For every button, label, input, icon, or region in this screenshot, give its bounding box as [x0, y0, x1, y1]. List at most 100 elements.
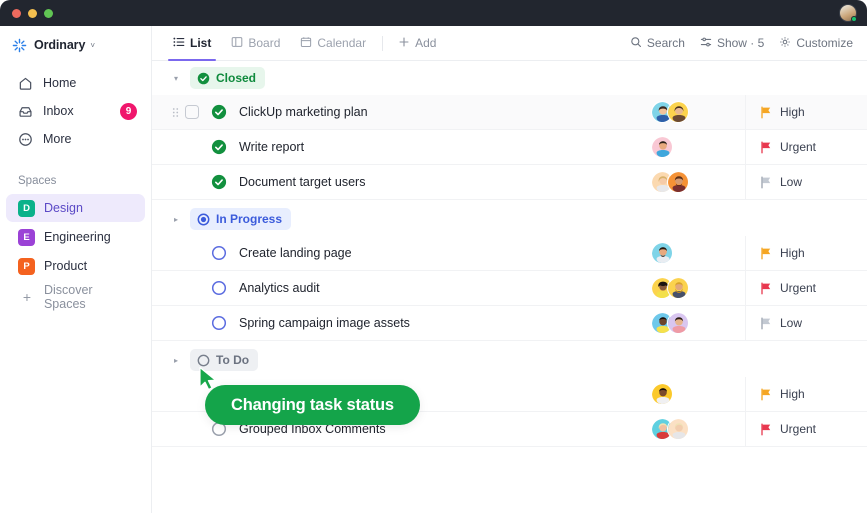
show-filter-button[interactable]: Show · 5 — [700, 36, 764, 51]
task-name: Spring campaign image assets — [239, 316, 410, 330]
close-window-button[interactable] — [12, 8, 21, 18]
assignee-avatars[interactable] — [637, 277, 745, 299]
app-window: Ordinary ˅ Home Inbox 9 More Spaces D De… — [0, 0, 867, 513]
avatar[interactable] — [651, 383, 673, 405]
collapse-caret-icon[interactable]: ▸ — [170, 215, 182, 224]
avatar[interactable] — [667, 312, 689, 334]
sidebar-item-engineering[interactable]: E Engineering — [6, 223, 145, 251]
status-badge[interactable]: Closed — [190, 67, 266, 89]
status-label: To Do — [216, 353, 250, 367]
calendar-icon — [300, 36, 312, 51]
priority-label: High — [780, 387, 805, 401]
assignee-avatars[interactable] — [637, 101, 745, 123]
list-icon — [173, 36, 185, 51]
space-initial-badge: D — [18, 199, 35, 217]
priority-label: Urgent — [780, 140, 817, 154]
discover-spaces-label: Discover Spaces — [43, 283, 93, 311]
priority-cell[interactable]: High — [745, 235, 853, 271]
tab-calendar[interactable]: Calendar — [291, 26, 375, 60]
minimize-window-button[interactable] — [28, 8, 37, 18]
sidebar-item-label: Inbox — [43, 104, 74, 118]
priority-label: High — [780, 246, 805, 260]
row-meta: High — [637, 94, 853, 130]
priority-cell[interactable]: High — [745, 376, 853, 412]
status-badge[interactable]: In Progress — [190, 208, 292, 230]
maximize-window-button[interactable] — [44, 8, 53, 18]
table-row[interactable]: Spring campaign image assets Low — [152, 305, 867, 341]
avatar[interactable] — [667, 277, 689, 299]
flag-icon — [760, 282, 772, 295]
priority-label: Urgent — [780, 281, 817, 295]
table-row[interactable]: Analytics audit Urgent — [152, 270, 867, 306]
sparkle-icon — [12, 38, 27, 53]
sidebar-item-home[interactable]: Home — [6, 69, 145, 97]
flag-icon — [760, 423, 772, 436]
task-name: Document target users — [239, 175, 366, 189]
avatar[interactable] — [651, 242, 673, 264]
task-status-icon[interactable] — [211, 174, 227, 190]
priority-cell[interactable]: High — [745, 94, 853, 130]
sidebar-item-design[interactable]: D Design — [6, 194, 145, 222]
assignee-avatars[interactable] — [637, 171, 745, 193]
assignee-avatars[interactable] — [637, 383, 745, 405]
assignee-avatars[interactable] — [637, 312, 745, 334]
inbox-icon — [18, 104, 33, 119]
avatar[interactable] — [667, 418, 689, 440]
task-name: ClickUp marketing plan — [239, 105, 368, 119]
collapse-caret-icon[interactable]: ▾ — [170, 74, 182, 83]
gear-icon — [779, 36, 791, 51]
task-status-icon[interactable] — [211, 280, 227, 296]
task-status-icon[interactable] — [211, 315, 227, 331]
tab-label: Calendar — [317, 36, 367, 50]
plus-icon — [398, 36, 410, 51]
priority-cell[interactable]: Urgent — [745, 129, 853, 165]
tab-board[interactable]: Board — [222, 26, 289, 60]
sidebar-item-more[interactable]: More — [6, 125, 145, 153]
flag-icon — [760, 317, 772, 330]
customize-button[interactable]: Customize — [779, 36, 853, 51]
discover-spaces-button[interactable]: + Discover Spaces — [6, 283, 145, 311]
toolbar-actions: Search Show · 5 Customize — [630, 36, 853, 51]
row-meta: Urgent — [637, 129, 853, 165]
space-label: Engineering — [44, 230, 111, 244]
row-select-checkbox[interactable] — [185, 105, 199, 119]
filter-icon — [700, 36, 712, 51]
tab-list[interactable]: List — [164, 26, 220, 61]
avatar[interactable] — [651, 136, 673, 158]
spaces-section-label: Spaces — [18, 175, 57, 187]
task-name: Create landing page — [239, 246, 352, 260]
priority-cell[interactable]: Low — [745, 305, 853, 341]
assignee-avatars[interactable] — [637, 136, 745, 158]
priority-cell[interactable]: Urgent — [745, 411, 853, 447]
task-status-icon[interactable] — [211, 104, 227, 120]
assignee-avatars[interactable] — [637, 242, 745, 264]
workspace-switcher[interactable]: Ordinary ˅ — [0, 29, 151, 61]
priority-cell[interactable]: Low — [745, 164, 853, 200]
flag-icon — [760, 141, 772, 154]
task-status-icon[interactable] — [211, 245, 227, 261]
sidebar-item-product[interactable]: P Product — [6, 252, 145, 280]
sidebar-item-inbox[interactable]: Inbox 9 — [6, 97, 145, 125]
assignee-avatars[interactable] — [637, 418, 745, 440]
row-meta: Urgent — [637, 270, 853, 306]
table-row[interactable]: ClickUp marketing plan High — [152, 94, 867, 130]
priority-cell[interactable]: Urgent — [745, 270, 853, 306]
user-avatar[interactable] — [839, 4, 857, 22]
table-row[interactable]: Create landing page High — [152, 235, 867, 271]
collapse-caret-icon[interactable]: ▸ — [170, 356, 182, 365]
space-label: Design — [44, 201, 83, 215]
avatar[interactable] — [667, 171, 689, 193]
search-button[interactable]: Search — [630, 36, 685, 51]
task-name: Analytics audit — [239, 281, 320, 295]
add-view-button[interactable]: Add — [390, 36, 444, 51]
view-tabs: List Board Calendar Add — [164, 26, 444, 61]
table-row[interactable]: Document target users Low — [152, 164, 867, 200]
tab-label: List — [190, 36, 212, 50]
status-label: Closed — [216, 71, 257, 85]
table-row[interactable]: Write report Urgent — [152, 129, 867, 165]
task-status-icon[interactable] — [211, 139, 227, 155]
row-meta: Low — [637, 164, 853, 200]
drag-handle-icon[interactable] — [170, 107, 180, 118]
avatar[interactable] — [667, 101, 689, 123]
progress-circle-icon — [197, 213, 210, 226]
